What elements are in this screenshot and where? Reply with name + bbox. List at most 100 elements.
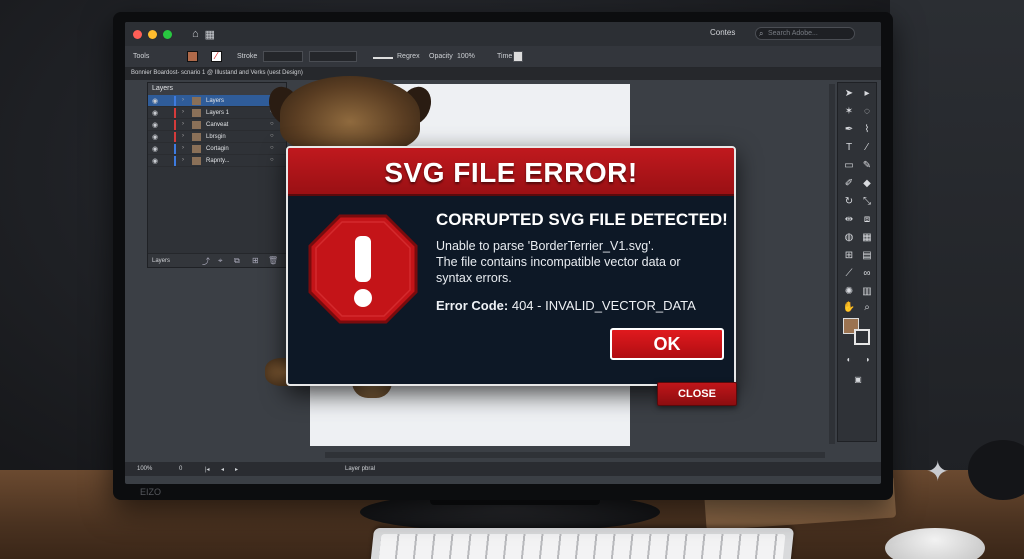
layer-name[interactable]: Layers 1: [206, 110, 229, 116]
document-tab[interactable]: Bonnier Boardost- scnario 1 @ Illustand …: [131, 70, 303, 76]
layer-row[interactable]: ◉›Layers○: [148, 95, 286, 107]
line-tool-icon[interactable]: ⁄: [860, 141, 874, 155]
visibility-eye-icon[interactable]: ◉: [152, 157, 158, 165]
style-label: Time: [497, 53, 513, 60]
type-tool-icon[interactable]: T: [842, 141, 856, 155]
expand-chevron-icon[interactable]: ›: [182, 109, 184, 115]
graph-tool-icon[interactable]: ▥: [860, 285, 874, 299]
symbol-sprayer-icon[interactable]: ✺: [842, 285, 856, 299]
visibility-eye-icon[interactable]: ◉: [152, 121, 158, 129]
status-bar: 100% 0 |◂ ◂ ▸ Layer pbral: [125, 462, 881, 476]
nav-next-icon[interactable]: ▸: [235, 466, 238, 473]
visibility-eye-icon[interactable]: ◉: [152, 109, 158, 117]
stroke-weight-field[interactable]: [263, 51, 303, 62]
zoom-level[interactable]: 100%: [137, 466, 152, 472]
mesh-tool-icon[interactable]: ⊞: [842, 249, 856, 263]
layer-row[interactable]: ◉ › Lbrsgin ○: [148, 131, 286, 143]
stroke-color-icon[interactable]: [854, 329, 870, 345]
locate-icon[interactable]: ⌖: [218, 256, 223, 266]
target-circle-icon[interactable]: ○: [270, 133, 274, 139]
eyedropper-tool-icon[interactable]: ⟋: [842, 267, 856, 281]
layer-thumbnail: [192, 121, 201, 129]
selection-tool-icon[interactable]: ➤: [842, 87, 856, 101]
layer-thumbnail: [192, 145, 201, 153]
layer-name[interactable]: Layers: [206, 98, 224, 104]
layer-name[interactable]: Rapnty...: [206, 158, 230, 164]
direct-selection-tool-icon[interactable]: ▸: [860, 87, 874, 101]
layer-row[interactable]: ◉›Layers 1○: [148, 107, 286, 119]
scale-tool-icon[interactable]: ⤡: [860, 195, 874, 209]
workspace-grid-icon[interactable]: ▦: [205, 28, 215, 41]
nav-first-icon[interactable]: |◂: [205, 466, 210, 473]
layers-panel: Layers ◉ › Layers ○ ◉ › Layers 1 ○ ◉ › Canveat ○ ◉ › L…: [147, 82, 287, 268]
search-input[interactable]: ⌕ Search Adobe...: [755, 27, 855, 40]
layer-color-bar: [174, 108, 176, 118]
export-icon[interactable]: ⤴: [202, 256, 210, 267]
layer-name[interactable]: Cortagin: [206, 146, 229, 152]
home-icon[interactable]: ⌂: [192, 28, 199, 40]
stop-warning-icon: [308, 214, 418, 324]
perspective-grid-icon[interactable]: ▦: [860, 231, 874, 245]
gradient-mode-icon[interactable]: ◑: [860, 353, 874, 367]
free-transform-icon[interactable]: ⧈: [860, 213, 874, 227]
new-sublayer-icon[interactable]: ⧉: [234, 256, 240, 266]
visibility-eye-icon[interactable]: ◉: [152, 97, 158, 105]
layer-row[interactable]: ◉ › Cortagin ○: [148, 143, 286, 155]
curvature-tool-icon[interactable]: ⌇: [860, 123, 874, 137]
eraser-tool-icon[interactable]: ◆: [860, 177, 874, 191]
zoom-tool-icon[interactable]: ⌕: [860, 301, 874, 315]
layer-row[interactable]: ◉ › Canveat ○: [148, 119, 286, 131]
layer-name[interactable]: Canveat: [206, 122, 228, 128]
trash-icon[interactable]: 🗑: [268, 256, 278, 265]
expand-chevron-icon[interactable]: ›: [182, 145, 184, 151]
error-dialog: SVG FILE ERROR! CORRUPTED SVG FILE DETEC…: [286, 146, 736, 386]
screen-mode-icon[interactable]: ▣: [851, 373, 865, 387]
target-circle-icon[interactable]: ○: [270, 145, 274, 151]
fill-swatch[interactable]: [187, 51, 198, 62]
layers-panel-footer: Layers ⤴ ⌖ ⧉ ⊞ 🗑: [148, 253, 286, 267]
expand-chevron-icon[interactable]: ›: [182, 121, 184, 127]
layer-row[interactable]: ◉ › Rapnty... ○: [148, 155, 286, 167]
variable-width-field[interactable]: [309, 51, 357, 62]
expand-chevron-icon[interactable]: ›: [182, 157, 184, 163]
new-layer-icon[interactable]: ⊞: [252, 256, 259, 265]
width-tool-icon[interactable]: ⇹: [842, 213, 856, 227]
tools-label: Tools: [133, 53, 150, 60]
rotate-tool-icon[interactable]: ↻: [842, 195, 856, 209]
shape-builder-icon[interactable]: ◍: [842, 231, 856, 245]
workspace-switcher[interactable]: Contes: [710, 28, 735, 37]
visibility-eye-icon[interactable]: ◉: [152, 133, 158, 141]
gradient-tool-icon[interactable]: ▤: [860, 249, 874, 263]
stroke-label: Stroke: [237, 53, 258, 60]
maximize-window-icon[interactable]: [163, 29, 172, 39]
dialog-title: SVG FILE ERROR!: [384, 157, 638, 188]
close-window-icon[interactable]: [133, 29, 142, 39]
blend-tool-icon[interactable]: ∞: [860, 267, 874, 281]
stroke-swatch[interactable]: ⁄: [211, 51, 222, 62]
opacity-value[interactable]: 100%: [457, 53, 475, 60]
paintbrush-tool-icon[interactable]: ✎: [860, 159, 874, 173]
expand-chevron-icon[interactable]: ›: [182, 97, 184, 103]
lasso-tool-icon[interactable]: ◌: [860, 105, 874, 119]
page-number[interactable]: 0: [179, 466, 182, 472]
rectangle-tool-icon[interactable]: ▭: [842, 159, 856, 173]
nav-prev-icon[interactable]: ◂: [221, 466, 224, 473]
target-circle-icon[interactable]: ○: [270, 157, 274, 163]
target-circle-icon[interactable]: ○: [270, 121, 274, 127]
color-mode-icon[interactable]: ◐: [842, 353, 856, 367]
vertical-scrollbar[interactable]: [829, 84, 835, 444]
minimize-window-icon[interactable]: [148, 29, 157, 39]
horizontal-scrollbar[interactable]: [325, 452, 825, 458]
visibility-eye-icon[interactable]: ◉: [152, 145, 158, 153]
style-swatch[interactable]: [513, 51, 523, 62]
layer-name[interactable]: Lbrsgin: [206, 134, 226, 140]
brush-label[interactable]: Regrex: [397, 53, 420, 60]
expand-chevron-icon[interactable]: ›: [182, 133, 184, 139]
hand-tool-icon[interactable]: ✋: [842, 301, 856, 315]
ok-button[interactable]: OK: [610, 328, 724, 360]
shaper-tool-icon[interactable]: ✐: [842, 177, 856, 191]
magic-wand-icon[interactable]: ✶: [842, 105, 856, 119]
close-button[interactable]: CLOSE: [657, 382, 737, 406]
pen-tool-icon[interactable]: ✒: [842, 123, 856, 137]
dog-artwork-head: [280, 76, 420, 152]
